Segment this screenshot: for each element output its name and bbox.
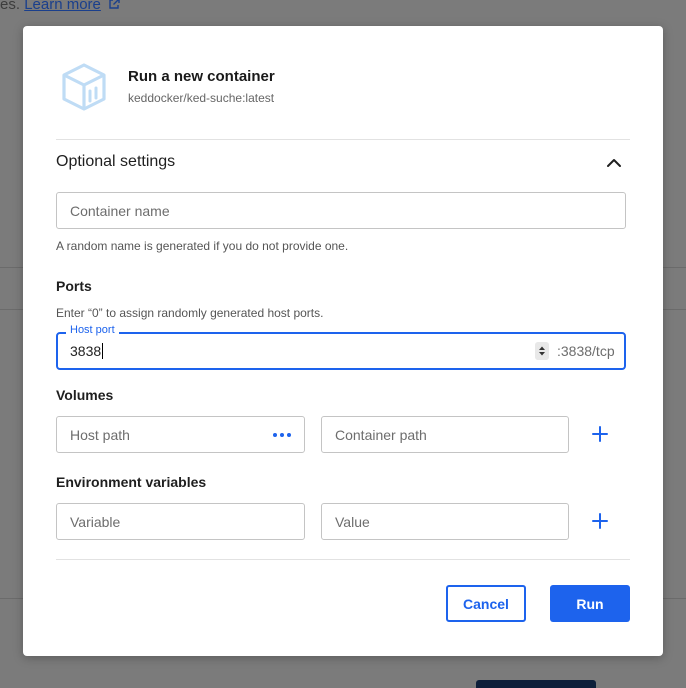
container-path-input[interactable]: Container path	[321, 416, 569, 453]
container-name-hint: A random name is generated if you do not…	[56, 239, 349, 253]
header-divider	[56, 139, 630, 140]
ports-hint: Enter “0” to assign randomly generated h…	[56, 306, 324, 320]
variable-placeholder: Variable	[70, 513, 121, 530]
host-port-input[interactable]: Host port 3838 :3838/tcp	[56, 324, 626, 370]
add-env-plus-icon[interactable]	[591, 512, 609, 530]
learn-more-link[interactable]: Learn more	[24, 0, 101, 13]
cancel-button[interactable]: Cancel	[446, 585, 526, 622]
container-name-placeholder: Container name	[70, 202, 170, 219]
background-learn-more-text: es. Learn more	[0, 0, 120, 13]
host-port-value-text: 3838	[70, 343, 102, 359]
dialog-title: Run a new container	[128, 68, 275, 85]
container-name-input[interactable]: Container name	[56, 192, 626, 229]
run-button[interactable]: Run	[550, 585, 630, 622]
background-button	[476, 680, 596, 688]
container-logo-icon	[62, 63, 106, 111]
external-link-icon	[109, 0, 120, 9]
volumes-label: Volumes	[56, 387, 114, 403]
host-port-value: 3838	[70, 343, 104, 359]
chevron-up-icon[interactable]	[605, 154, 623, 172]
image-name: keddocker/ked-suche:latest	[128, 91, 275, 105]
env-variables-label: Environment variables	[56, 474, 207, 490]
footer-divider	[56, 559, 630, 560]
background-text: es.	[0, 0, 21, 13]
variable-input[interactable]: Variable	[56, 503, 305, 540]
host-port-label: Host port	[66, 324, 119, 336]
container-path-placeholder: Container path	[335, 426, 427, 443]
add-volume-plus-icon[interactable]	[591, 425, 609, 443]
text-caret	[102, 343, 104, 359]
value-input[interactable]: Value	[321, 503, 569, 540]
container-port-suffix: :3838/tcp	[557, 343, 615, 359]
more-dots-icon[interactable]	[272, 432, 292, 438]
spinner-arrows-icon[interactable]	[535, 342, 549, 360]
ports-label: Ports	[56, 278, 92, 294]
value-placeholder: Value	[335, 513, 370, 530]
host-path-placeholder: Host path	[70, 426, 130, 443]
optional-settings-title: Optional settings	[56, 153, 176, 170]
host-path-input[interactable]: Host path	[56, 416, 305, 453]
run-container-dialog: Run a new container keddocker/ked-suche:…	[23, 26, 663, 656]
